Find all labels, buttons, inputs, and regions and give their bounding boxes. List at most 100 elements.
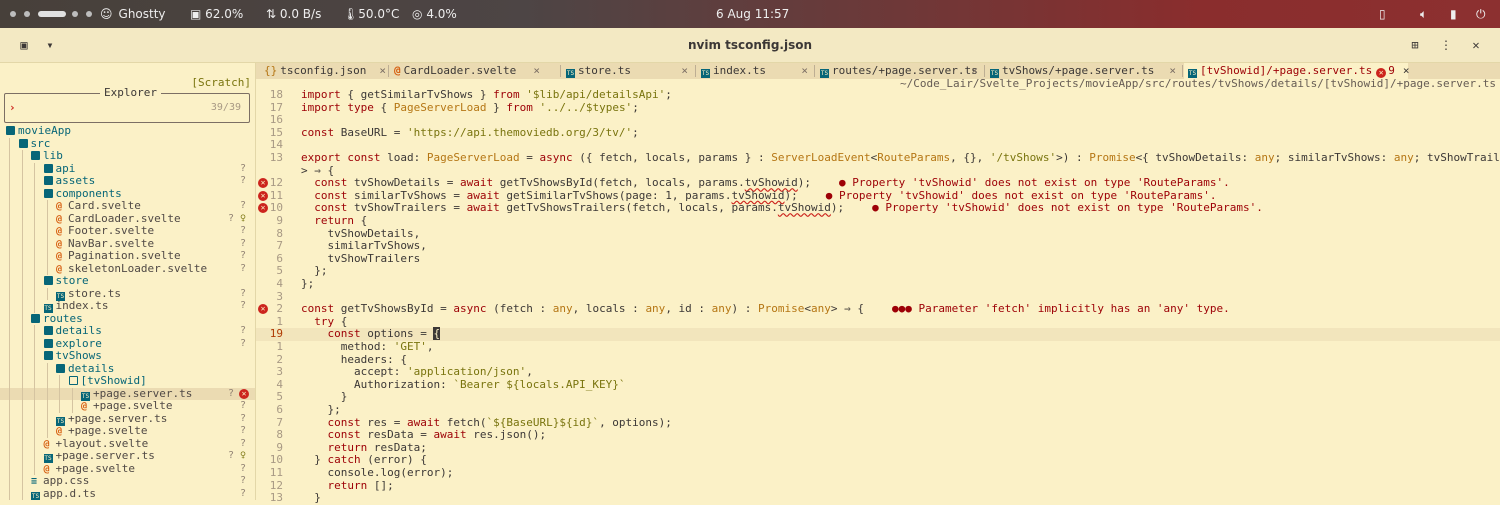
git-status-untracked: ? [239,475,247,486]
buffer-tab[interactable]: TS index.ts × [697,63,814,79]
code-line[interactable]: 12 return []; [256,479,1500,493]
code-line[interactable]: 5 }; [256,265,1500,278]
tree-item[interactable]: @ skeletonLoader.svelte? [0,262,255,275]
code-line[interactable]: 11 console.log(error); [256,466,1500,480]
tree-item-label: +layout.svelte [55,436,149,450]
code-text: const getTvShowsById = async (fetch : an… [301,302,1230,316]
tab-close-icon[interactable]: × [801,63,808,79]
window-header: nvim tsconfig.json ▣ ▾ ⊞ ⋮ ✕ [0,28,1500,63]
folder-open-icon [68,376,78,385]
code-line[interactable]: 8 const resData = await res.json(); [256,428,1500,442]
tree-item-label: movieApp [18,124,71,137]
tree-item-label: lib [43,149,63,162]
code-line[interactable]: 1 try { [256,315,1500,329]
file-tree: movieApp src lib api? assets? components @ Card… [0,124,255,500]
code-line[interactable]: ✕ 2 const getTvShowsById = async (fetch : … [256,302,1500,316]
item-count: 39/39 [210,102,241,113]
tree-item-label: details [68,361,115,375]
tab-close-icon[interactable]: × [533,63,540,79]
clock[interactable]: 6 Aug 11:57 [716,0,789,28]
tree-item[interactable]: api? [0,162,255,175]
tab-separator [560,65,561,77]
volume-icon[interactable]: 🔈︎ [1420,0,1427,28]
tab-separator [814,65,815,77]
kebab-menu-icon[interactable]: ⋮ [1436,35,1456,55]
code-line[interactable]: 3 accept: 'application/json', [256,365,1500,379]
tree-item-label: +page.server.ts [68,411,168,425]
code-line[interactable]: 9 return resData; [256,441,1500,455]
diagnostic-message: ●●● Parameter 'fetch' implicitly has an … [892,302,1230,316]
tree-item-label: +page.svelte [68,424,148,437]
battery-icon[interactable]: ▮ [1450,0,1457,28]
line-number: 2 [276,302,283,316]
app-menu[interactable]: ☺ Ghostty [100,0,166,28]
tree-item[interactable]: src [0,137,255,150]
clipboard-icon[interactable]: ▯ [1379,0,1386,28]
code-line[interactable]: 1 method: 'GET', [256,340,1500,354]
code-text: }; [301,277,315,290]
tree-item[interactable]: ≡ app.css? [0,474,255,488]
tab-label: store.ts [578,64,631,77]
tree-item-label: [tvShowid] [80,374,147,387]
buffer-tab[interactable]: {} tsconfig.json × [260,63,392,79]
cpu-indicator: ▣ 62.0% [190,0,243,28]
tree-item[interactable]: explore? [0,337,255,350]
tree-item[interactable]: TS app.d.ts? [0,487,255,500]
git-status-untracked: ? [239,400,247,411]
folder-icon [31,313,40,323]
git-status-untracked: ? [239,262,247,274]
code-line[interactable]: 19 const options = { [256,327,1500,341]
scratch-label[interactable]: [Scratch] [191,76,251,89]
tree-item-label: details [55,324,102,337]
grid-icon[interactable]: ⊞ [1405,35,1425,55]
tree-item[interactable]: tvShows [0,349,255,363]
tree-item[interactable]: @ +page.svelte? [0,462,255,475]
code-line[interactable]: 4 Authorization: `Bearer ${locals.API_KE… [256,378,1500,392]
tree-item-label: components [55,186,122,200]
code-line[interactable]: 4}; [256,277,1500,291]
folder-icon [43,276,53,285]
buffer-tab[interactable]: @ CardLoader.svelte × [390,63,546,79]
tree-item[interactable]: store [0,274,255,288]
code-text: export const load: PageServerLoad = asyn… [301,151,1500,164]
tab-close-icon[interactable]: × [379,63,386,79]
system-top-bar: ☺ Ghostty ▣ 62.0% ⇅ 0.0 B/s 🌡︎50.0°C ◎ 4.… [0,0,1500,28]
chevron-down-icon[interactable]: ▾ [40,35,60,55]
line-number: 8 [276,428,283,442]
new-tab-icon[interactable]: ▣ [14,35,34,55]
folder-icon [56,363,65,373]
line-number: 11 [269,466,283,479]
line-number: 16 [269,113,283,127]
git-status-untracked: ? [239,412,247,424]
git-status-untracked: ? [227,450,235,461]
code-line[interactable]: 17 import type { PageServerLoad } from '.… [256,101,1500,115]
code-line[interactable]: 6 tvShowTrailers [256,252,1500,266]
code-line[interactable]: 6 }; [256,403,1500,417]
folder-icon [43,163,53,173]
tree-item[interactable]: TS store.ts? [0,287,255,301]
code-line[interactable]: ✕ 10 const tvShowTrailers = await getTvSh… [256,202,1500,215]
tree-item[interactable]: assets? [0,174,255,188]
code-line[interactable]: 9 return { [256,214,1500,228]
close-icon[interactable]: ✕ [1466,35,1486,55]
git-status-untracked: ? [239,200,247,211]
code-line[interactable]: 15 const BaseURL = 'https://api.themovied… [256,126,1500,140]
tab-label: routes/+page.server.ts [832,64,978,77]
code-line[interactable]: 7 similarTvShows, [256,240,1500,253]
code-line[interactable]: 13 export const load: PageServerLoad = as… [256,151,1500,165]
explorer-search-box[interactable]: Explorer › 39/39 [4,86,250,123]
code-line[interactable]: 13 } [256,492,1500,505]
tab-close-icon[interactable]: × [681,63,688,79]
tree-item[interactable]: lib [0,149,255,163]
code-editor[interactable]: 18 import { getSimilarTvShows } from '$li… [256,88,1500,504]
tree-item[interactable]: TS index.ts? [0,299,255,313]
code-line[interactable]: 5 } [256,391,1500,404]
buffer-tab[interactable]: TS store.ts × [562,63,694,79]
tab-close-icon[interactable]: × [1403,64,1410,77]
tree-item[interactable]: routes [0,312,255,325]
tree-item[interactable]: details? [0,324,255,338]
code-line[interactable]: 8 tvShowDetails, [256,227,1500,241]
power-icon[interactable]: ⏻ [1476,0,1486,28]
tree-item-label: Card.svelte [68,199,141,212]
code-line[interactable]: ✕ 12 const tvShowDetails = await getTvSho… [256,176,1500,190]
